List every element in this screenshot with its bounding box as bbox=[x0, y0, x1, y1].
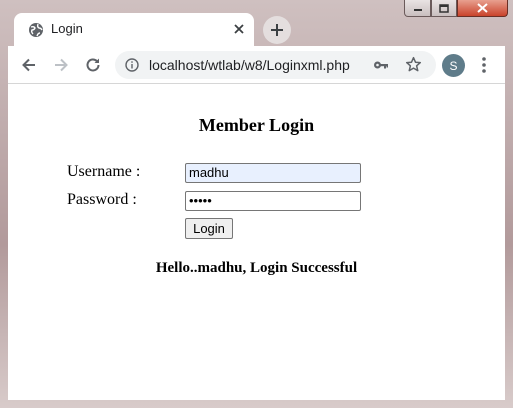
page-content: Member Login Username : madhu Password :… bbox=[8, 84, 505, 400]
password-input[interactable]: ••••• bbox=[185, 191, 361, 211]
tab-title: Login bbox=[51, 21, 83, 36]
star-icon[interactable] bbox=[405, 56, 422, 73]
forward-arrow-icon[interactable] bbox=[52, 56, 70, 74]
globe-icon bbox=[29, 23, 43, 37]
minimize-button[interactable] bbox=[404, 0, 431, 17]
address-bar[interactable]: localhost/wtlab/w8/Loginxml.php bbox=[115, 51, 436, 79]
plus-icon bbox=[271, 24, 283, 36]
window-controls bbox=[404, 0, 508, 18]
close-tab-icon[interactable] bbox=[232, 22, 246, 36]
browser-toolbar: localhost/wtlab/w8/Loginxml.php S bbox=[8, 46, 505, 84]
login-button[interactable]: Login bbox=[185, 218, 233, 239]
key-icon[interactable] bbox=[373, 57, 389, 73]
profile-avatar[interactable]: S bbox=[442, 54, 465, 77]
username-input[interactable]: madhu bbox=[185, 163, 361, 183]
maximize-button[interactable] bbox=[431, 0, 457, 17]
back-arrow-icon[interactable] bbox=[20, 56, 38, 74]
kebab-menu-icon[interactable] bbox=[478, 56, 490, 74]
password-label: Password : bbox=[67, 191, 137, 208]
close-icon bbox=[477, 3, 488, 13]
new-tab-button[interactable] bbox=[263, 16, 291, 44]
page-title: Member Login bbox=[198, 115, 315, 135]
url-text: localhost/wtlab/w8/Loginxml.php bbox=[149, 57, 350, 73]
maximize-icon bbox=[439, 3, 449, 13]
reload-icon[interactable] bbox=[84, 56, 102, 74]
close-window-button[interactable] bbox=[457, 0, 508, 17]
browser-window: Login localhost/wtlab/w8/Loginxml.php S … bbox=[0, 0, 513, 408]
info-icon[interactable] bbox=[125, 58, 139, 72]
username-label: Username : bbox=[67, 163, 141, 180]
minimize-icon bbox=[413, 9, 422, 11]
login-result-message: Hello..madhu, Login Successful bbox=[155, 260, 358, 276]
browser-tab[interactable]: Login bbox=[14, 13, 254, 46]
